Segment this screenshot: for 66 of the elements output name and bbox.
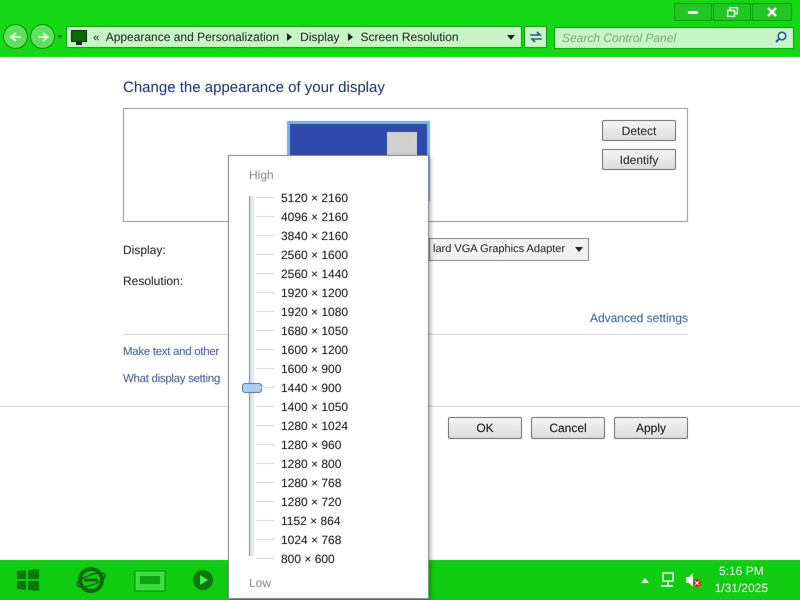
resolution-option[interactable]: 2560 × 1440	[281, 264, 348, 282]
forward-arrow-icon	[36, 32, 48, 42]
dialog-button[interactable]: OK	[448, 416, 522, 438]
preview-button[interactable]: Identify	[602, 149, 676, 170]
breadcrumb-arrow-icon[interactable]	[348, 33, 353, 41]
dropdown-caret-icon	[575, 247, 583, 252]
search-icon	[775, 31, 787, 43]
muted-speaker-icon[interactable]	[684, 572, 701, 588]
minimize-button[interactable]	[674, 3, 712, 21]
page-heading: Change the appearance of your display	[123, 78, 386, 98]
breadcrumb-item[interactable]: Display	[300, 28, 340, 46]
resolution-option[interactable]: 1152 × 864	[281, 512, 341, 530]
breadcrumb-item[interactable]: Screen Resolution	[360, 28, 459, 46]
resolution-option[interactable]: 800 × 600	[281, 550, 335, 568]
resolution-option[interactable]: 1280 × 800	[281, 454, 342, 472]
resolution-option[interactable]: 1920 × 1080	[281, 302, 348, 320]
monitor-icon	[71, 30, 87, 44]
tray-up-arrow-icon[interactable]	[640, 578, 649, 582]
resolution-option[interactable]: 1024 × 768	[281, 530, 342, 548]
address-bar[interactable]: « Appearance and Personalization Display Screen Resolution	[66, 26, 522, 48]
resolution-option[interactable]: 1280 × 720	[281, 492, 342, 510]
dialog-button[interactable]: Cancel	[531, 416, 605, 438]
help-link[interactable]: What display setting	[123, 371, 220, 388]
resolution-option[interactable]: 1920 × 1200	[281, 284, 348, 302]
close-button[interactable]	[752, 3, 792, 21]
search-field[interactable]: Search Control Panel	[554, 27, 794, 49]
display-dropdown[interactable]: lard VGA Graphics Adapter	[429, 238, 589, 261]
resolution-option[interactable]: 5120 × 2160	[281, 188, 348, 206]
slider-thumb[interactable]	[242, 382, 262, 393]
forward-button[interactable]	[30, 24, 55, 49]
back-button[interactable]	[3, 24, 28, 49]
restore-icon	[726, 7, 738, 17]
close-icon	[767, 7, 777, 17]
resolution-option[interactable]: 1680 × 1050	[281, 322, 348, 340]
dropdown-caret-icon[interactable]	[507, 34, 515, 40]
resolution-option[interactable]: 2560 × 1600	[281, 246, 348, 264]
dialog-button[interactable]: Apply	[614, 416, 688, 438]
resolution-option[interactable]: 4096 × 2160	[281, 208, 348, 226]
breadcrumb-arrow-icon[interactable]	[287, 33, 292, 41]
network-icon[interactable]	[658, 572, 675, 588]
resolution-option[interactable]: 1280 × 960	[281, 436, 342, 454]
refresh-button[interactable]	[524, 26, 547, 48]
low-label: Low	[249, 575, 272, 592]
start-orb-icon[interactable]	[14, 567, 42, 593]
advanced-settings-link[interactable]: Advanced settings	[590, 309, 688, 327]
breadcrumb-overflow[interactable]: «	[93, 28, 100, 46]
resolution-option[interactable]: 1400 × 1050	[281, 398, 348, 416]
refresh-arrows-icon	[528, 31, 542, 43]
slider-track[interactable]	[241, 196, 263, 556]
breadcrumb-item[interactable]: Appearance and Personalization	[106, 28, 280, 46]
resolution-option[interactable]: 1440 × 900	[281, 378, 342, 396]
media-player-icon[interactable]	[192, 569, 214, 591]
resolution-option[interactable]: 3840 × 2160	[281, 226, 348, 244]
display-label: Display:	[123, 242, 166, 258]
resolution-option[interactable]: 1280 × 768	[281, 474, 342, 492]
restore-button[interactable]	[713, 3, 751, 21]
help-link[interactable]: Make text and other	[123, 344, 219, 362]
high-label: High	[249, 167, 274, 184]
browser-icon[interactable]	[76, 567, 106, 593]
resolution-option[interactable]: 1600 × 900	[281, 360, 342, 378]
resolution-label: Resolution:	[123, 273, 184, 288]
resolution-option[interactable]: 1600 × 1200	[281, 340, 348, 358]
back-arrow-icon	[10, 32, 22, 42]
minimize-icon	[688, 10, 698, 14]
resolution-option[interactable]: 1280 × 1024	[281, 416, 348, 434]
preview-button[interactable]: Detect	[602, 120, 676, 141]
